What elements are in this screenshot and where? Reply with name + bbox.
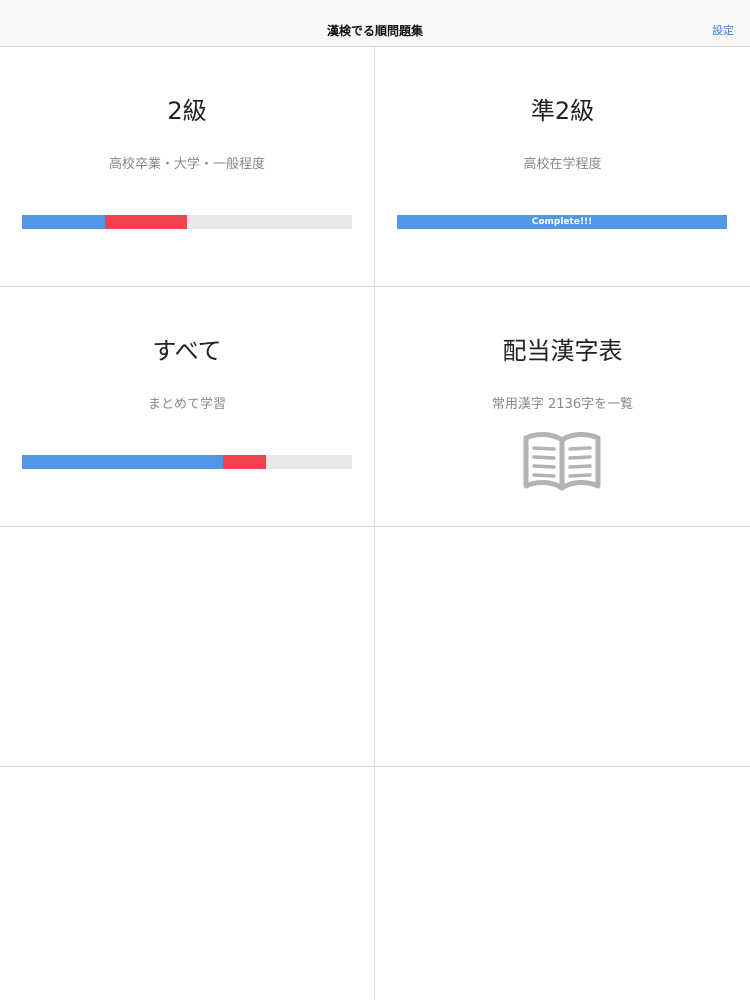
- menu-grid: 2級 高校卒業・大学・一般程度 準2級 高校在学程度 Complete!!! す…: [0, 47, 750, 1000]
- empty-cell: [375, 767, 750, 1000]
- progress-bar: [22, 455, 352, 469]
- navigation-bar: 漢検でる順問題集 設定: [0, 0, 750, 47]
- progress-wrong-segment: [104, 215, 187, 229]
- settings-button[interactable]: 設定: [712, 0, 734, 47]
- progress-correct-segment: [22, 455, 224, 469]
- progress-correct-segment: [22, 215, 105, 229]
- card-subtitle: 高校卒業・大学・一般程度: [108, 157, 265, 172]
- app-title: 漢検でる順問題集: [326, 24, 423, 38]
- card-subtitle: まとめて学習: [147, 397, 226, 412]
- progress-bar-complete: Complete!!!: [397, 215, 727, 229]
- card-subtitle: 常用漢字 2136字を一覧: [491, 397, 634, 412]
- card-level-pre-2[interactable]: 準2級 高校在学程度 Complete!!!: [375, 47, 750, 287]
- empty-cell: [0, 527, 375, 767]
- empty-cell: [375, 527, 750, 767]
- open-book-icon: [523, 432, 601, 491]
- progress-wrong-segment: [223, 455, 267, 469]
- progress-bar: [22, 215, 352, 229]
- card-title: 2級: [167, 97, 207, 125]
- empty-cell: [0, 767, 375, 1000]
- card-title: 配当漢字表: [502, 337, 623, 365]
- card-kanji-table[interactable]: 配当漢字表 常用漢字 2136字を一覧: [375, 287, 750, 527]
- card-level-2[interactable]: 2級 高校卒業・大学・一般程度: [0, 47, 375, 287]
- card-subtitle: 高校在学程度: [523, 157, 602, 172]
- card-all[interactable]: すべて まとめて学習: [0, 287, 375, 527]
- card-title: 準2級: [530, 97, 595, 125]
- card-title: すべて: [152, 337, 222, 365]
